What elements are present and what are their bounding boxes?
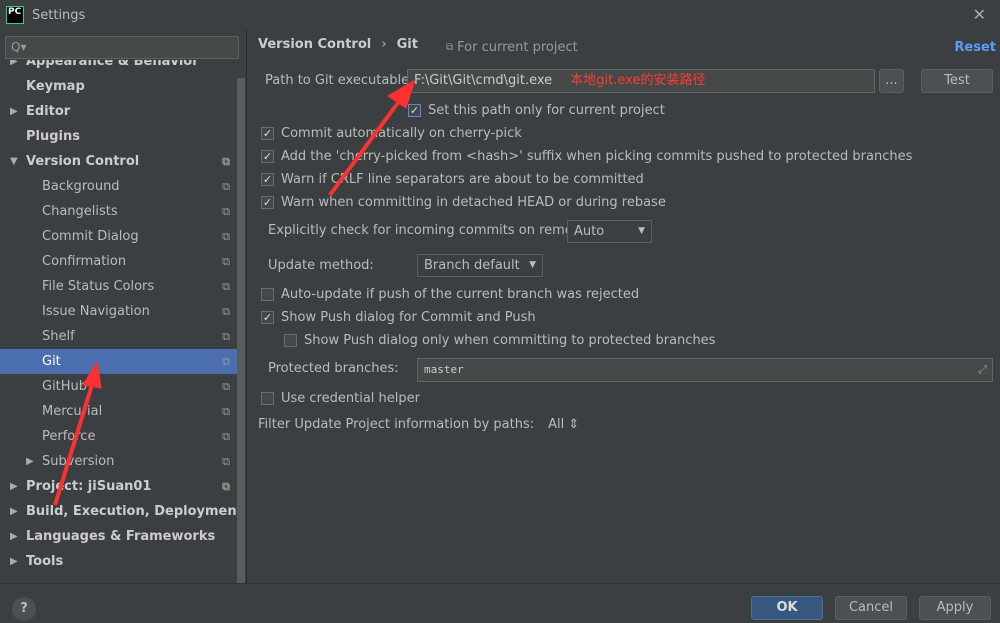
annotation-arrowhead-git <box>82 360 102 389</box>
dialog-footer: ? OK Cancel Apply <box>0 583 1000 623</box>
ok-button[interactable]: OK <box>751 596 823 620</box>
annotation-arrows <box>53 78 416 506</box>
annotation-arrowhead-path <box>387 78 416 109</box>
apply-button[interactable]: Apply <box>919 596 991 620</box>
annotation-arrow-git <box>53 384 94 506</box>
cancel-button[interactable]: Cancel <box>835 596 907 620</box>
help-button[interactable]: ? <box>12 597 36 621</box>
annotation-arrow-path <box>328 98 402 197</box>
